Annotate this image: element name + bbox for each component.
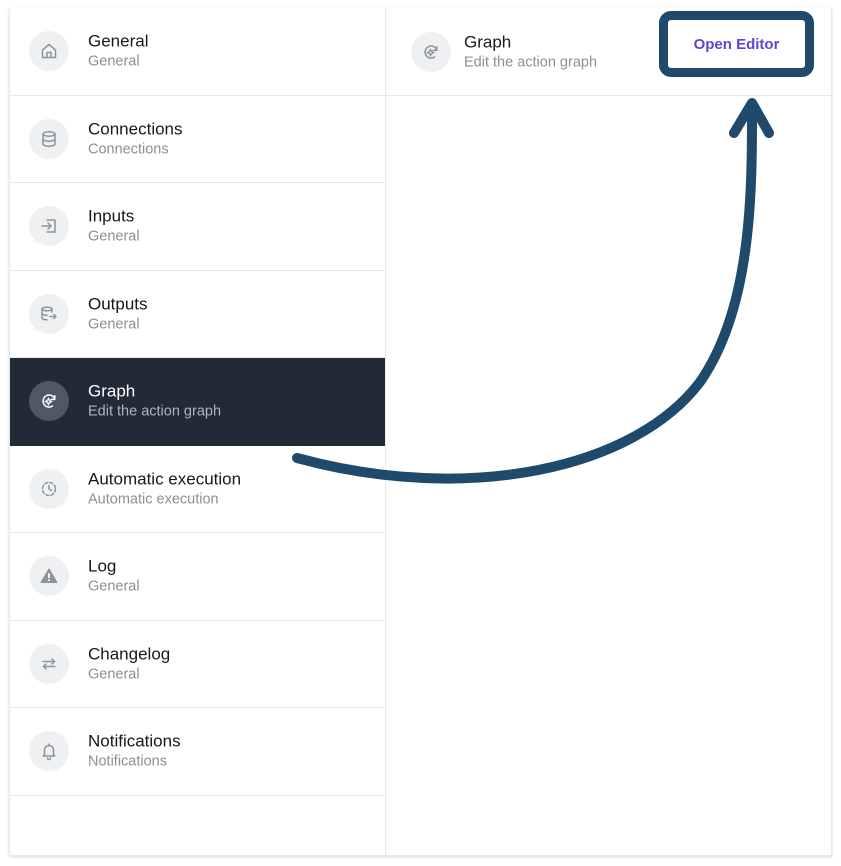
sidebar-item-subtitle: Automatic execution	[88, 491, 219, 508]
sidebar-item-subtitle: General	[88, 316, 140, 333]
sidebar-item-connections[interactable]: Connections Connections	[10, 96, 385, 183]
database-icon	[29, 118, 69, 159]
sidebar-item-title: Automatic execution	[88, 469, 242, 489]
input-icon	[29, 206, 69, 247]
warning-icon	[29, 556, 69, 597]
sidebar-item-subtitle: Edit the action graph	[88, 403, 222, 420]
sidebar-item-subtitle: General	[88, 578, 140, 595]
sidebar-item-title: Outputs	[88, 294, 148, 314]
swap-arrows-icon	[29, 643, 69, 684]
sidebar-item-changelog[interactable]: Changelog General	[10, 621, 385, 708]
graph-gear-icon	[411, 31, 451, 72]
clock-dashed-icon	[29, 468, 69, 509]
sidebar-item-title: Log	[88, 556, 117, 576]
sidebar-item-general[interactable]: General General	[10, 8, 385, 96]
sidebar-item-title: Connections	[88, 119, 183, 139]
home-icon	[29, 31, 69, 72]
bell-icon	[29, 731, 69, 772]
sidebar-item-title: Notifications	[88, 731, 181, 751]
sidebar-item-log[interactable]: Log General	[10, 533, 385, 621]
sidebar-item-title: Graph	[88, 381, 136, 401]
sidebar: General General Connections Connections	[10, 8, 386, 855]
app-frame: General General Connections Connections	[9, 8, 832, 856]
panel-subtitle: Edit the action graph	[464, 54, 598, 70]
sidebar-item-automatic-execution[interactable]: Automatic execution Automatic execution	[10, 446, 385, 533]
sidebar-item-graph[interactable]: Graph Edit the action graph	[10, 358, 385, 446]
sidebar-item-subtitle: Connections	[88, 141, 169, 158]
sidebar-item-title: Inputs	[88, 206, 135, 226]
sidebar-item-subtitle: General	[88, 666, 140, 683]
sidebar-item-outputs[interactable]: Outputs General	[10, 271, 385, 358]
sidebar-item-subtitle: General	[88, 53, 140, 70]
sidebar-item-title: Changelog	[88, 644, 171, 664]
output-icon	[29, 293, 69, 334]
sidebar-item-inputs[interactable]: Inputs General	[10, 183, 385, 271]
open-editor-button[interactable]: Open Editor	[659, 11, 814, 77]
sidebar-item-title: General	[88, 31, 149, 51]
sidebar-item-subtitle: Notifications	[88, 753, 167, 770]
sidebar-item-notifications[interactable]: Notifications Notifications	[10, 708, 385, 796]
panel-title: Graph	[464, 32, 512, 51]
sidebar-item-subtitle: General	[88, 228, 140, 245]
graph-gear-icon	[29, 381, 69, 422]
